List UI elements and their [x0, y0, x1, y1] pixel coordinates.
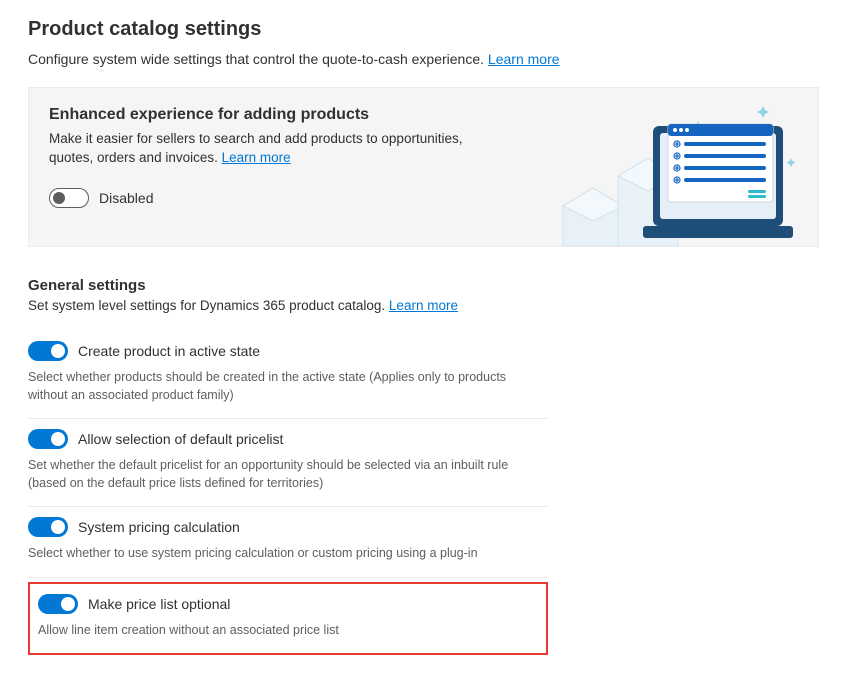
general-title: General settings	[28, 277, 819, 294]
page-subtitle: Configure system wide settings that cont…	[28, 51, 819, 67]
label-create-product-active: Create product in active state	[78, 343, 260, 359]
enhanced-toggle-row: Disabled	[49, 188, 798, 208]
learn-more-link[interactable]: Learn more	[488, 51, 560, 67]
toggle-create-product-active[interactable]	[28, 341, 68, 361]
general-settings-section: General settings Set system level settin…	[28, 277, 819, 655]
highlighted-setting-box: Make price list optional Allow line item…	[28, 582, 548, 656]
general-desc-text: Set system level settings for Dynamics 3…	[28, 298, 389, 313]
label-price-list-optional: Make price list optional	[88, 596, 230, 612]
general-learn-more-link[interactable]: Learn more	[389, 298, 458, 313]
enhanced-toggle-label: Disabled	[99, 190, 153, 206]
enhanced-learn-more-link[interactable]: Learn more	[222, 150, 291, 165]
enhanced-toggle[interactable]	[49, 188, 89, 208]
enhanced-desc: Make it easier for sellers to search and…	[49, 130, 469, 168]
help-allow-default-pricelist: Set whether the default pricelist for an…	[28, 457, 528, 492]
enhanced-experience-card: Enhanced experience for adding products …	[28, 87, 819, 247]
help-system-pricing: Select whether to use system pricing cal…	[28, 545, 528, 563]
setting-create-product-active: Create product in active state Select wh…	[28, 331, 548, 419]
page-title: Product catalog settings	[28, 18, 819, 41]
toggle-allow-default-pricelist[interactable]	[28, 429, 68, 449]
subtitle-text: Configure system wide settings that cont…	[28, 51, 488, 67]
setting-system-pricing: System pricing calculation Select whethe…	[28, 507, 548, 578]
help-price-list-optional: Allow line item creation without an asso…	[38, 622, 538, 640]
help-create-product-active: Select whether products should be create…	[28, 369, 528, 404]
toggle-system-pricing[interactable]	[28, 517, 68, 537]
label-system-pricing: System pricing calculation	[78, 519, 240, 535]
toggle-price-list-optional[interactable]	[38, 594, 78, 614]
enhanced-title: Enhanced experience for adding products	[49, 106, 798, 124]
general-desc: Set system level settings for Dynamics 3…	[28, 298, 819, 313]
setting-allow-default-pricelist: Allow selection of default pricelist Set…	[28, 419, 548, 507]
label-allow-default-pricelist: Allow selection of default pricelist	[78, 431, 283, 447]
